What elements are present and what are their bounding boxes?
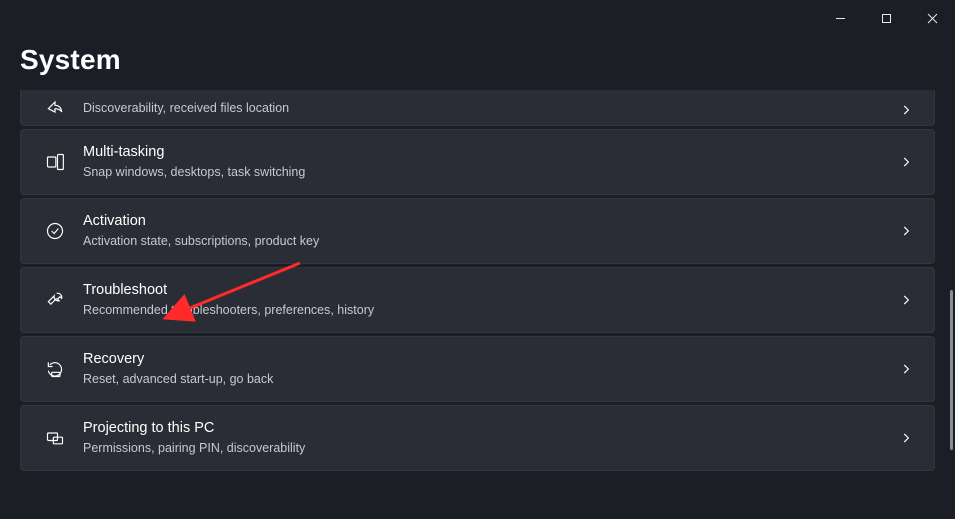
chevron-right-icon	[896, 155, 916, 169]
row-title: Troubleshoot	[83, 281, 896, 301]
minimize-button[interactable]	[817, 4, 863, 32]
chevron-right-icon	[896, 293, 916, 307]
row-title: Multi-tasking	[83, 143, 896, 163]
row-title: Projecting to this PC	[83, 419, 896, 439]
close-button[interactable]	[909, 4, 955, 32]
troubleshoot-row[interactable]: Troubleshoot Recommended troubleshooters…	[20, 267, 935, 333]
row-desc: Snap windows, desktops, task switching	[83, 164, 896, 181]
settings-list: Nearby Sharing Discoverability, received…	[20, 90, 935, 471]
row-title: Recovery	[83, 350, 896, 370]
project-icon	[33, 428, 77, 448]
multi-tasking-row[interactable]: Multi-tasking Snap windows, desktops, ta…	[20, 129, 935, 195]
row-desc: Reset, advanced start-up, go back	[83, 371, 896, 388]
chevron-right-icon	[896, 103, 916, 117]
nearby-sharing-row[interactable]: Nearby Sharing Discoverability, received…	[20, 90, 935, 126]
wrench-icon	[33, 290, 77, 310]
row-desc: Activation state, subscriptions, product…	[83, 233, 896, 250]
maximize-button[interactable]	[863, 4, 909, 32]
row-desc: Recommended troubleshooters, preferences…	[83, 302, 896, 319]
page-title: System	[0, 32, 955, 90]
chevron-right-icon	[896, 224, 916, 238]
scrollbar-thumb[interactable]	[950, 290, 953, 450]
row-desc: Discoverability, received files location	[83, 100, 896, 117]
recovery-icon	[33, 359, 77, 379]
window-titlebar	[0, 0, 955, 32]
chevron-right-icon	[896, 431, 916, 445]
row-desc: Permissions, pairing PIN, discoverabilit…	[83, 440, 896, 457]
share-icon	[33, 97, 77, 117]
multitask-icon	[33, 152, 77, 172]
projecting-row[interactable]: Projecting to this PC Permissions, pairi…	[20, 405, 935, 471]
row-title: Activation	[83, 212, 896, 232]
chevron-right-icon	[896, 362, 916, 376]
recovery-row[interactable]: Recovery Reset, advanced start-up, go ba…	[20, 336, 935, 402]
check-circle-icon	[33, 221, 77, 241]
activation-row[interactable]: Activation Activation state, subscriptio…	[20, 198, 935, 264]
settings-list-container: Nearby Sharing Discoverability, received…	[0, 90, 955, 519]
